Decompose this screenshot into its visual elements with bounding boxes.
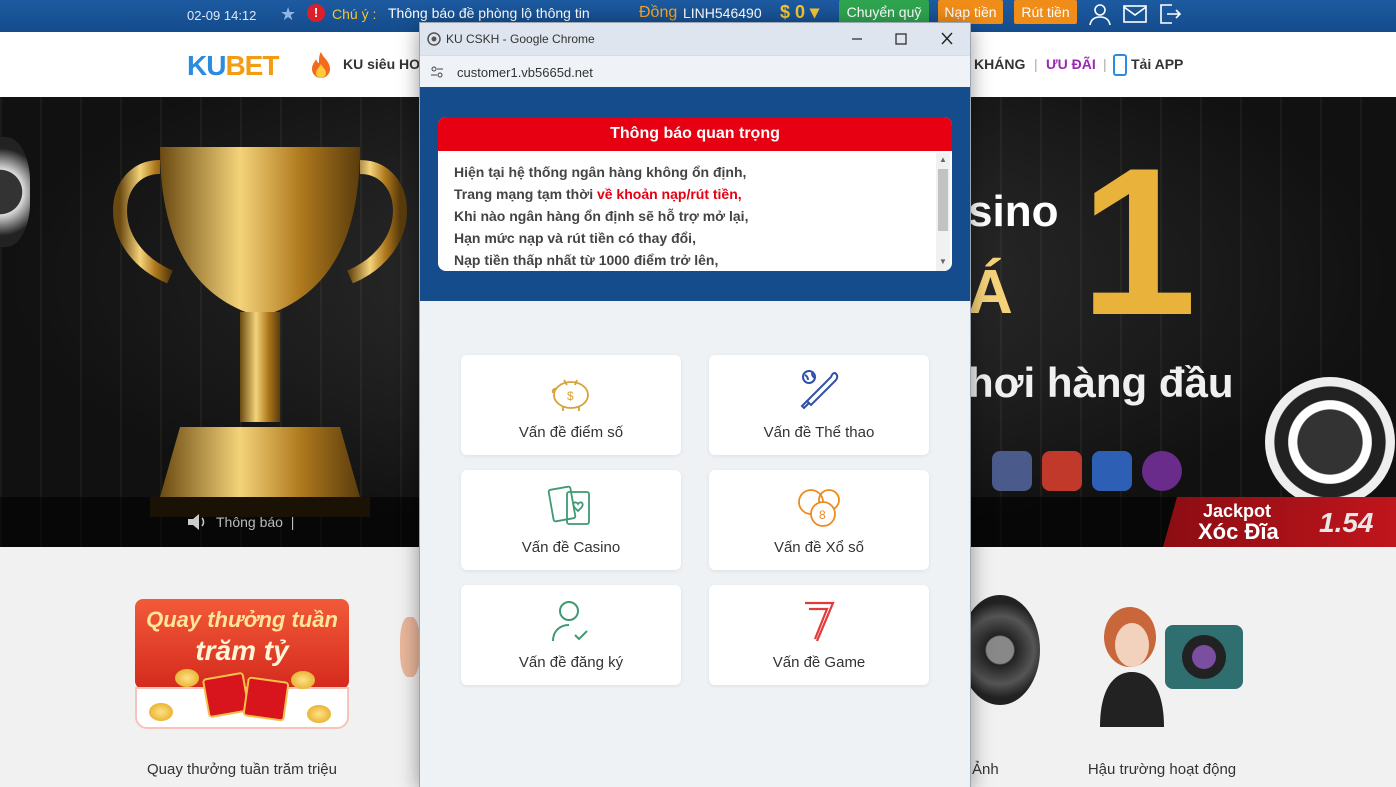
svg-text:8: 8: [819, 508, 826, 522]
deposit-button[interactable]: Nạp tiền: [938, 0, 1003, 24]
issue-category-grid: $ Vấn đề điểm số Vấn đề Thể thao Vấn đề …: [420, 301, 970, 787]
window-titlebar[interactable]: KU CSKH - Google Chrome: [420, 23, 970, 55]
transfer-button[interactable]: Chuyển quỹ: [839, 0, 929, 24]
tile-label: Vấn đề Thể thao: [763, 424, 875, 441]
model-camera-image: [1100, 607, 1243, 727]
notice-bar-label: Thông báo |: [216, 514, 295, 530]
tile-sports-issue[interactable]: Vấn đề Thể thao: [709, 355, 929, 455]
hand-image: [400, 617, 420, 677]
game-thumb[interactable]: [1092, 451, 1132, 491]
nav-item-uudai[interactable]: ƯU ĐÃI: [1046, 56, 1096, 72]
jackpot-banner[interactable]: Jackpot Xóc Đĩa 1.54: [1163, 497, 1396, 547]
promo-title: Quay thưởng tuần: [146, 607, 338, 632]
address-bar[interactable]: customer1.vb5665d.net: [420, 55, 970, 87]
tile-lottery-issue[interactable]: 8 Vấn đề Xổ số: [709, 470, 929, 570]
scroll-down-arrow[interactable]: ▼: [938, 257, 948, 267]
scrollbar-thumb[interactable]: [938, 169, 948, 231]
tile-label: Vấn đề điểm số: [518, 424, 624, 441]
nav-separator: |: [1103, 56, 1107, 72]
playing-cards-icon: [547, 485, 590, 525]
coin-icon: [307, 705, 331, 723]
withdraw-button[interactable]: Rút tiền: [1014, 0, 1077, 24]
promo-subtitle: trăm tỷ: [195, 635, 289, 666]
coin-icon: [149, 703, 173, 721]
jackpot-game: Xóc Đĩa: [1198, 519, 1279, 544]
lucky-seven-icon: [805, 601, 835, 642]
kubet-logo[interactable]: KUBET: [187, 50, 279, 82]
game-thumb[interactable]: [1142, 451, 1182, 491]
window-title: KU CSKH - Google Chrome: [446, 32, 595, 46]
star-icon[interactable]: ★: [280, 4, 298, 24]
tile-label: Vấn đề Casino: [521, 539, 621, 556]
minimize-icon[interactable]: [845, 28, 869, 50]
tile-label: Vấn đề Game: [772, 654, 866, 671]
balance-dropdown[interactable]: $ 0 ▾: [780, 2, 819, 23]
hero-tagline: hơi hàng đầu: [968, 359, 1234, 406]
support-popup-window: KU CSKH - Google Chrome customer1.vb5665…: [419, 22, 971, 787]
popup-header: Thông báo quan trọng Hiện tại hệ thống n…: [420, 87, 970, 301]
notice-marquee[interactable]: Thông báo đề phòng lộ thông tin: [388, 5, 590, 21]
nav-item-khang[interactable]: KHÁNG: [974, 56, 1025, 72]
important-notice-card: Thông báo quan trọng Hiện tại hệ thống n…: [438, 117, 952, 271]
poker-chip-image: [1265, 377, 1395, 507]
username: LINH546490: [683, 5, 762, 21]
notice-label: Chú ý :: [332, 6, 377, 22]
jackpot-value: 1.54: [1319, 507, 1374, 538]
maximize-icon[interactable]: [889, 28, 913, 50]
url-text[interactable]: customer1.vb5665d.net: [457, 65, 593, 80]
hero-headline: sino: [968, 187, 1059, 236]
nav-item-ku[interactable]: KU siêu HO: [343, 56, 420, 72]
notice-body: Hiện tại hệ thống ngân hàng không ổn địn…: [454, 164, 749, 268]
user-check-icon: [552, 601, 588, 642]
red-envelope-icon: [242, 676, 290, 722]
weekly-spin-promo[interactable]: Quay thưởng tuần trăm tỷ: [135, 599, 349, 729]
tile-points-issue[interactable]: $ Vấn đề điểm số: [461, 355, 681, 455]
promo-caption[interactable]: Quay thưởng tuần trăm triệu: [135, 761, 349, 778]
tile-label: Vấn đề đăng ký: [518, 654, 624, 671]
mail-icon[interactable]: [1123, 2, 1147, 26]
hero-headline-2: Á: [968, 258, 1013, 327]
piggy-bank-icon: $: [551, 379, 589, 411]
alert-icon: !: [307, 4, 325, 22]
user-icon[interactable]: [1088, 2, 1112, 26]
tile-label: Vấn đề Xổ số: [773, 539, 865, 556]
close-icon[interactable]: [935, 28, 959, 50]
datetime: 02-09 14:12: [187, 8, 257, 23]
nav-separator: |: [1034, 56, 1038, 72]
trophy-image: [113, 147, 407, 517]
game-thumb[interactable]: [1042, 451, 1082, 491]
coin-icon: [291, 671, 315, 689]
lottery-balls-icon: 8: [798, 489, 840, 527]
gallery-caption[interactable]: Ảnh: [972, 761, 999, 778]
tile-casino-issue[interactable]: Vấn đề Casino: [461, 470, 681, 570]
site-info-icon[interactable]: [430, 65, 444, 79]
hero-number-one: 1: [1080, 124, 1197, 359]
coin-icon: [175, 669, 199, 687]
svg-text:$: $: [567, 389, 574, 403]
backstage-caption[interactable]: Hậu trường hoạt động: [1072, 761, 1252, 778]
film-reel-image: [960, 595, 1040, 705]
notice-title: Thông báo quan trọng: [438, 117, 952, 151]
game-thumb[interactable]: [992, 451, 1032, 491]
currency-label: Đồng: [639, 4, 678, 21]
tile-game-issue[interactable]: Vấn đề Game: [709, 585, 929, 685]
phone-icon: [1113, 54, 1127, 76]
chrome-icon: [427, 32, 441, 46]
nav-item-app[interactable]: Tải APP: [1131, 56, 1183, 72]
logout-icon[interactable]: [1158, 2, 1182, 26]
scroll-up-arrow[interactable]: ▲: [938, 155, 948, 165]
tile-register-issue[interactable]: Vấn đề đăng ký: [461, 585, 681, 685]
speaker-icon: [188, 514, 205, 530]
flame-icon: [312, 52, 330, 78]
baseball-bat-icon: [800, 370, 839, 410]
